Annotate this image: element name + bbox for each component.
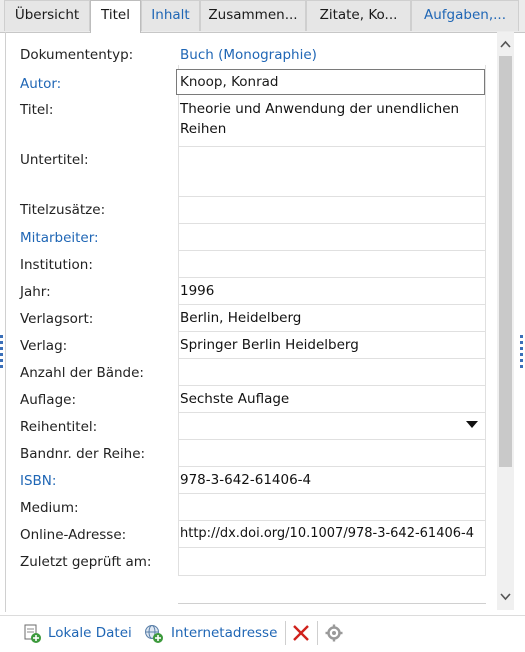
grid-line (178, 493, 486, 494)
doctype-link[interactable]: Buch (Monographie) (180, 47, 317, 63)
chevron-down-icon[interactable] (466, 421, 478, 428)
edition-label: Auflage: (20, 392, 76, 408)
grid-line (178, 358, 486, 359)
grid-line (178, 466, 486, 467)
grid-line (178, 439, 486, 440)
tab-quotes[interactable]: Zitate, Ko... (306, 0, 411, 31)
grid-line (178, 65, 179, 576)
splitter-handle-icon[interactable] (0, 335, 3, 375)
grid-line (178, 412, 486, 413)
toolbar-separator (285, 621, 286, 645)
local-file-button[interactable]: Lokale Datei (48, 622, 132, 644)
bottom-toolbar: Lokale Datei Internetadresse (0, 615, 525, 652)
tab-bar: Übersicht Titel Inhalt Zusammen... Zitat… (0, 0, 525, 33)
titleadd-label: Titelzusätze: (20, 202, 106, 218)
grid-line (178, 547, 486, 548)
panel-border (5, 32, 6, 612)
grid-line (178, 277, 486, 278)
grid-line (485, 65, 486, 576)
subtitle-label: Untertitel: (20, 152, 89, 168)
place-label: Verlagsort: (20, 311, 94, 327)
grid-line (178, 223, 486, 224)
year-label: Jahr: (20, 284, 51, 300)
tab-overview[interactable]: Übersicht (4, 0, 90, 31)
isbn-value[interactable]: 978-3-642-61406-4 (180, 472, 311, 488)
year-value[interactable]: 1996 (180, 283, 214, 299)
grid-line (178, 520, 486, 521)
author-input[interactable]: Knoop, Konrad (176, 69, 485, 95)
toolbar-separator (317, 621, 318, 645)
delete-icon[interactable] (292, 624, 310, 642)
grid-line (178, 304, 486, 305)
tab-tasks[interactable]: Aufgaben,... (411, 0, 519, 31)
scroll-down-icon[interactable] (500, 593, 511, 601)
contributors-label-link[interactable]: Mitarbeiter: (20, 230, 99, 246)
title-value-line2[interactable]: Reihen (180, 121, 226, 137)
scrollbar-thumb[interactable] (499, 56, 512, 467)
grid-line (178, 196, 486, 197)
medium-label: Medium: (20, 500, 79, 516)
publisher-label: Verlag: (20, 338, 68, 354)
web-address-icon[interactable] (144, 624, 164, 644)
grid-line (178, 146, 486, 147)
title-label: Titel: (20, 102, 54, 118)
local-file-icon[interactable] (22, 624, 42, 644)
institution-label: Institution: (20, 257, 93, 273)
url-label: Online-Adresse: (20, 527, 127, 543)
grid-line (178, 331, 486, 332)
scroll-up-icon[interactable] (500, 40, 511, 48)
tab-summary[interactable]: Zusammen... (200, 0, 306, 31)
tab-content[interactable]: Inhalt (141, 0, 200, 31)
lastchecked-label: Zuletzt geprüft am: (20, 554, 152, 570)
doctype-label: Dokumententyp: (20, 47, 134, 63)
publisher-value[interactable]: Springer Berlin Heidelberg (180, 337, 359, 353)
grid-line (178, 385, 486, 386)
vertical-scrollbar[interactable] (497, 32, 514, 610)
partial-field (178, 603, 486, 614)
web-address-button[interactable]: Internetadresse (171, 622, 277, 644)
tab-title[interactable]: Titel (90, 0, 141, 33)
grid-line (178, 250, 486, 251)
edition-value[interactable]: Sechste Auflage (180, 391, 289, 407)
place-value[interactable]: Berlin, Heidelberg (180, 310, 301, 326)
title-value-line1[interactable]: Theorie und Anwendung der unendlichen (180, 101, 459, 117)
grid-line (178, 575, 486, 576)
gear-icon[interactable] (325, 624, 343, 642)
isbn-label-link[interactable]: ISBN: (20, 473, 56, 489)
splitter-handle-icon[interactable] (520, 335, 523, 375)
series-label: Reihentitel: (20, 419, 98, 435)
seriesno-label: Bandnr. der Reihe: (20, 446, 146, 462)
url-value[interactable]: http://dx.doi.org/10.1007/978-3-642-6140… (180, 526, 474, 541)
author-label-link[interactable]: Autor: (20, 76, 61, 92)
volumes-label: Anzahl der Bände: (20, 365, 144, 381)
